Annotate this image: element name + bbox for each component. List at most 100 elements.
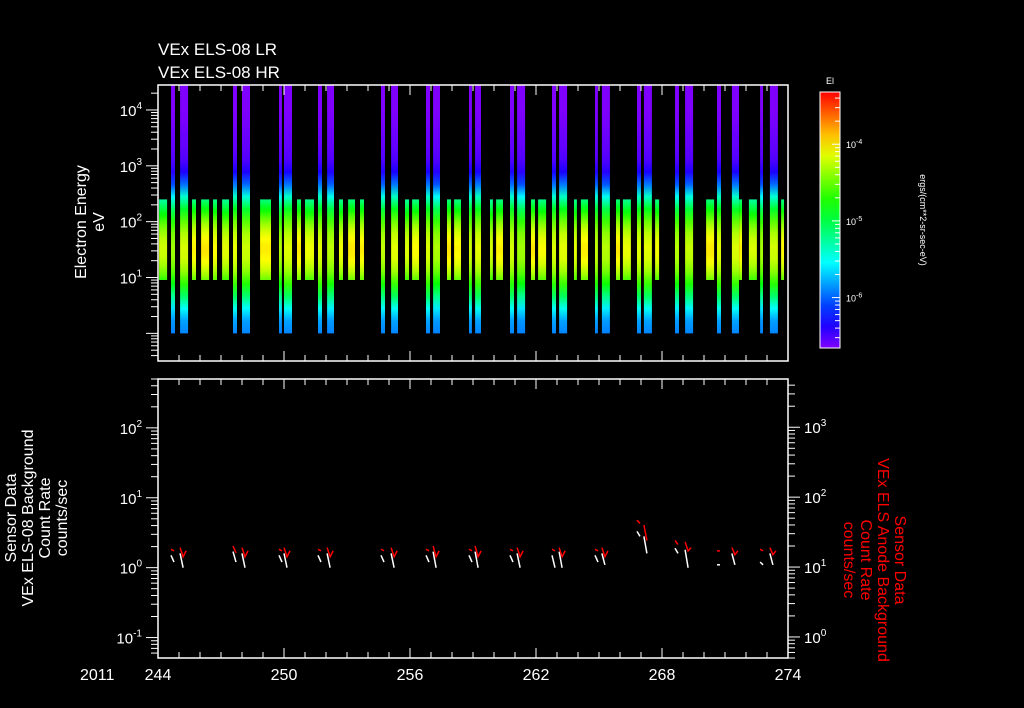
lr-bar	[279, 85, 282, 334]
ylabel-line-2: eV	[91, 212, 108, 232]
tick-base: 10	[804, 630, 821, 647]
x-tick-label: 256	[397, 667, 424, 684]
lr-bar	[180, 85, 189, 334]
tick-base: 10	[804, 560, 821, 577]
x-tick-label: 244	[145, 667, 172, 684]
plot-canvas: VEx ELS-08 LR VEx ELS-08 HR Electron Ene…	[0, 0, 1024, 708]
hr-bar	[706, 199, 715, 280]
tick-exponent: 2	[136, 213, 142, 224]
hr-bar	[412, 199, 419, 280]
lr-bar	[469, 85, 472, 334]
tick-exponent: -5	[856, 216, 862, 223]
lr-bar	[233, 85, 237, 334]
lr-bar	[510, 85, 514, 334]
right-ylabel-line-2: VEx ELS Anode Background	[874, 458, 891, 662]
tick-exponent: 1	[821, 558, 827, 569]
tick-exponent: 2	[136, 419, 142, 430]
lr-bar	[643, 85, 652, 334]
lr-bar	[731, 85, 739, 334]
hr-bar	[580, 199, 588, 280]
tick-base: 10	[846, 217, 856, 227]
lr-bar	[284, 85, 292, 334]
hr-bar	[748, 199, 757, 280]
panel-title-hr: VEx ELS-08 HR	[158, 63, 280, 82]
hr-bar	[781, 199, 784, 280]
ylabel-line-1: Electron Energy	[73, 165, 90, 279]
hr-bar	[405, 199, 409, 280]
x-tick-label: 268	[649, 667, 676, 684]
hr-bar	[490, 199, 493, 280]
tick-exponent: 4	[136, 101, 142, 112]
lr-bar	[675, 85, 679, 334]
left-ylabel-line-3: Count Rate	[37, 477, 54, 558]
tick-exponent: 3	[821, 418, 827, 429]
hr-bar	[739, 199, 742, 280]
hr-bar	[201, 199, 210, 280]
lr-bar	[717, 85, 721, 334]
tick-base: 10	[120, 103, 137, 120]
tick-exponent: 3	[136, 157, 142, 168]
hr-bar	[447, 199, 451, 280]
hr-bar	[297, 199, 301, 280]
tick-exponent: -4	[856, 139, 862, 146]
tick-base: 10	[846, 140, 856, 150]
lr-bar	[517, 85, 526, 334]
lr-bar	[426, 85, 430, 334]
tick-base: 10	[120, 561, 137, 578]
lr-bar	[433, 85, 440, 334]
x-tick-label: 262	[523, 667, 550, 684]
hr-bar	[360, 199, 364, 280]
lr-bar	[171, 85, 175, 334]
hr-bar	[538, 199, 547, 280]
lr-bar	[595, 85, 598, 334]
right-ylabel-line-1: Sensor Data	[891, 516, 908, 605]
colorbar-label: ergs/(cm**2-sr-sec-eV)	[918, 174, 928, 266]
year-label: 2011	[80, 667, 115, 684]
tick-exponent: -1	[133, 629, 142, 640]
left-ylabel-line-4: counts/sec	[54, 480, 71, 556]
lr-bar	[601, 85, 610, 334]
lr-bar	[685, 85, 694, 334]
x-tick-label: 274	[775, 667, 802, 684]
tick-exponent: 1	[136, 489, 142, 500]
lr-bar	[475, 85, 481, 334]
lr-bar	[769, 85, 778, 334]
hr-bar	[531, 199, 535, 280]
panel-title-lr: VEx ELS-08 LR	[158, 40, 277, 59]
left-ylabel-line-1: Sensor Data	[3, 473, 20, 562]
hr-bar	[454, 199, 461, 280]
lr-bar	[391, 85, 398, 334]
x-tick-label: 250	[271, 667, 298, 684]
lr-bar	[242, 85, 250, 334]
lr-bar	[637, 85, 641, 334]
lr-bar	[327, 85, 334, 334]
hr-bar	[305, 199, 314, 280]
hr-bar	[222, 199, 229, 280]
left-ylabel-line-2: VEx ELS-08 Background	[20, 430, 37, 607]
lr-bar	[318, 85, 322, 334]
hr-bar	[339, 199, 343, 280]
lr-bar	[559, 85, 568, 334]
tick-base: 10	[120, 159, 137, 176]
hr-bar	[496, 199, 503, 280]
hr-bar	[574, 199, 577, 280]
lr-bar	[381, 85, 385, 334]
tick-base: 10	[804, 420, 821, 437]
hr-bar	[616, 199, 620, 280]
tick-exponent: 0	[821, 628, 827, 639]
hr-bar	[213, 199, 217, 280]
hr-bar	[192, 199, 196, 280]
tick-exponent: 0	[136, 559, 142, 570]
tick-base: 10	[116, 631, 133, 648]
colorbar-title: El	[826, 76, 834, 86]
colorbar-label-group: ergs/(cm**2-sr-sec-eV)	[918, 174, 928, 266]
tick-exponent: 1	[136, 269, 142, 280]
tick-exponent: 2	[821, 488, 827, 499]
tick-base: 10	[846, 294, 856, 304]
tick-base: 10	[120, 491, 137, 508]
hr-bar	[655, 199, 660, 280]
tick-base: 10	[804, 490, 821, 507]
tick-base: 10	[120, 421, 137, 438]
hr-bar	[159, 199, 168, 280]
lr-bar	[552, 85, 556, 334]
